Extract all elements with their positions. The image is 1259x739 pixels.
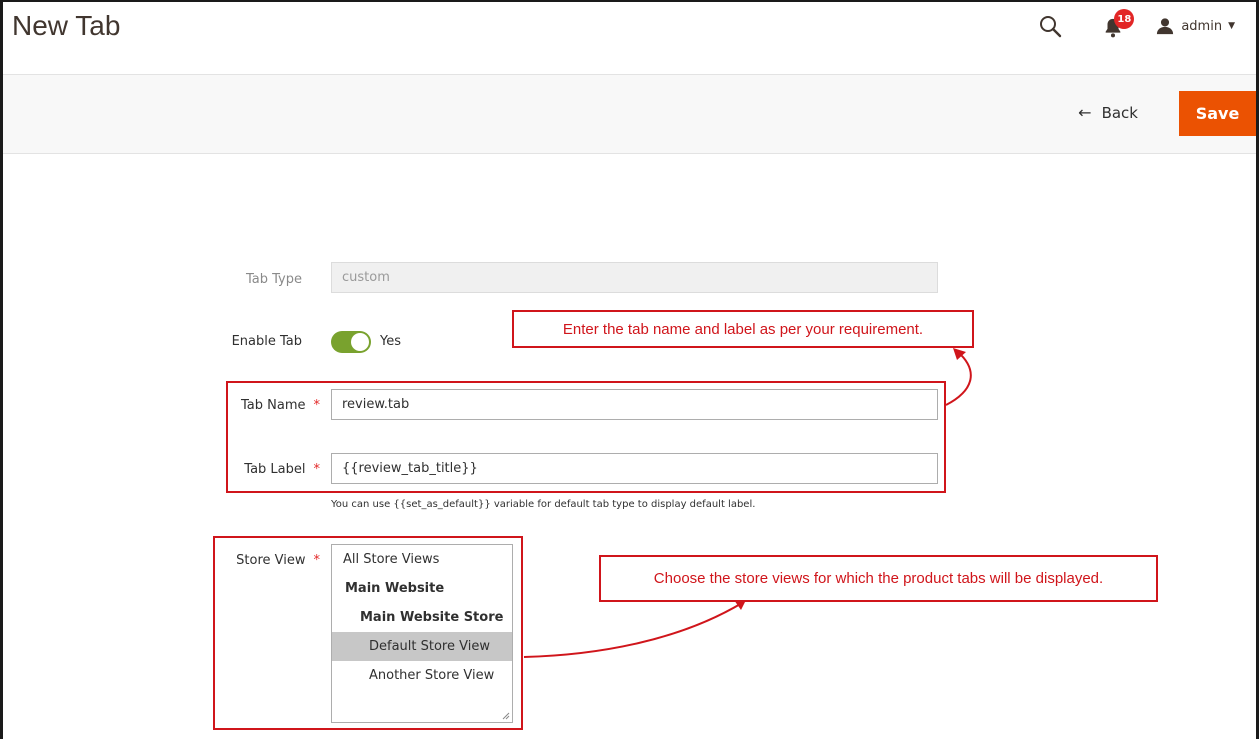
- arrowhead-store-callout: [734, 600, 746, 610]
- arrow-to-store-callout: [523, 602, 743, 658]
- arrow-to-name-callout: [945, 351, 972, 406]
- annotation-arrows: [523, 348, 972, 658]
